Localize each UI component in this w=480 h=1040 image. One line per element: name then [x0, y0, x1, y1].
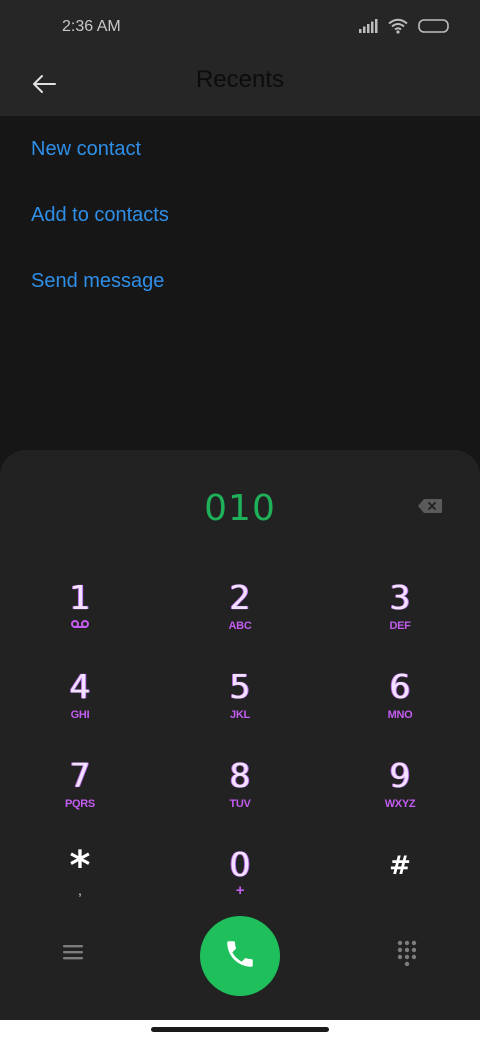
- dialed-number: 010: [204, 488, 276, 529]
- key-digit: 0: [229, 845, 251, 884]
- key-letters: JKL: [230, 709, 250, 721]
- key-letters: ,: [78, 882, 82, 898]
- dialer-actions: [0, 916, 480, 996]
- dialer-screen: 2:36 AM Recents New contact Add to conta…: [0, 0, 480, 1020]
- app-bar: Recents: [0, 56, 480, 116]
- key-digit: 6: [389, 667, 411, 706]
- keypad-toggle-button[interactable]: [384, 932, 430, 978]
- key-digit: #: [389, 851, 411, 881]
- key-1[interactable]: 1: [25, 580, 135, 658]
- call-button[interactable]: [200, 916, 280, 996]
- key-letters: PQRS: [65, 798, 95, 810]
- phone-icon: [223, 937, 257, 976]
- new-contact-item[interactable]: New contact: [0, 116, 480, 182]
- key-digit: 4: [69, 667, 91, 706]
- key-letters: GHI: [70, 709, 90, 721]
- backspace-button[interactable]: [410, 494, 450, 522]
- key-letters: ABC: [228, 620, 252, 632]
- send-message-item[interactable]: Send message: [0, 248, 480, 314]
- status-time: 2:36 AM: [62, 18, 121, 35]
- menu-button[interactable]: [50, 934, 96, 974]
- key-9[interactable]: 9 WXYZ: [345, 758, 455, 836]
- key-3[interactable]: 3 DEF: [345, 580, 455, 658]
- key-digit: 2: [229, 578, 251, 617]
- key-letters: +: [235, 882, 245, 899]
- key-digit: 8: [229, 756, 251, 795]
- key-letters: TUV: [229, 798, 251, 810]
- key-2[interactable]: 2 ABC: [185, 580, 295, 658]
- key-4[interactable]: 4 GHI: [25, 669, 135, 747]
- home-indicator[interactable]: [151, 1027, 329, 1032]
- status-bar: 2:36 AM: [0, 0, 480, 56]
- navigation-bar: [0, 1020, 480, 1040]
- add-to-contacts-item[interactable]: Add to contacts: [0, 182, 480, 248]
- key-digit: 3: [389, 578, 411, 617]
- signal-icon: [358, 18, 378, 38]
- keypad-icon: [397, 940, 417, 971]
- dialer-panel: 010 1 2 ABC 3 DEF 4 GHI 5 JKL 6 MNO 7 PQ…: [0, 450, 480, 1020]
- key-digit: *: [69, 843, 91, 889]
- status-icons: [358, 18, 450, 38]
- key-0[interactable]: 0 +: [185, 847, 295, 925]
- key-digit: 7: [69, 756, 91, 795]
- key-letters: DEF: [389, 620, 411, 632]
- page-title: Recents: [195, 66, 285, 93]
- key-star[interactable]: * ,: [25, 843, 135, 925]
- key-digit: 1: [69, 578, 91, 617]
- backspace-icon: [417, 498, 443, 519]
- key-hash[interactable]: #: [345, 847, 455, 925]
- battery-icon: [418, 18, 450, 38]
- key-digit: 5: [229, 667, 251, 706]
- menu-icon: [63, 944, 83, 965]
- key-letters: WXYZ: [384, 798, 416, 810]
- key-5[interactable]: 5 JKL: [185, 669, 295, 747]
- wifi-icon: [388, 18, 408, 39]
- contact-actions-menu: New contact Add to contacts Send message: [0, 116, 480, 314]
- key-6[interactable]: 6 MNO: [345, 669, 455, 747]
- key-digit: 9: [389, 756, 411, 795]
- voicemail-icon: [25, 618, 135, 634]
- key-8[interactable]: 8 TUV: [185, 758, 295, 836]
- key-7[interactable]: 7 PQRS: [25, 758, 135, 836]
- key-letters: MNO: [387, 709, 413, 721]
